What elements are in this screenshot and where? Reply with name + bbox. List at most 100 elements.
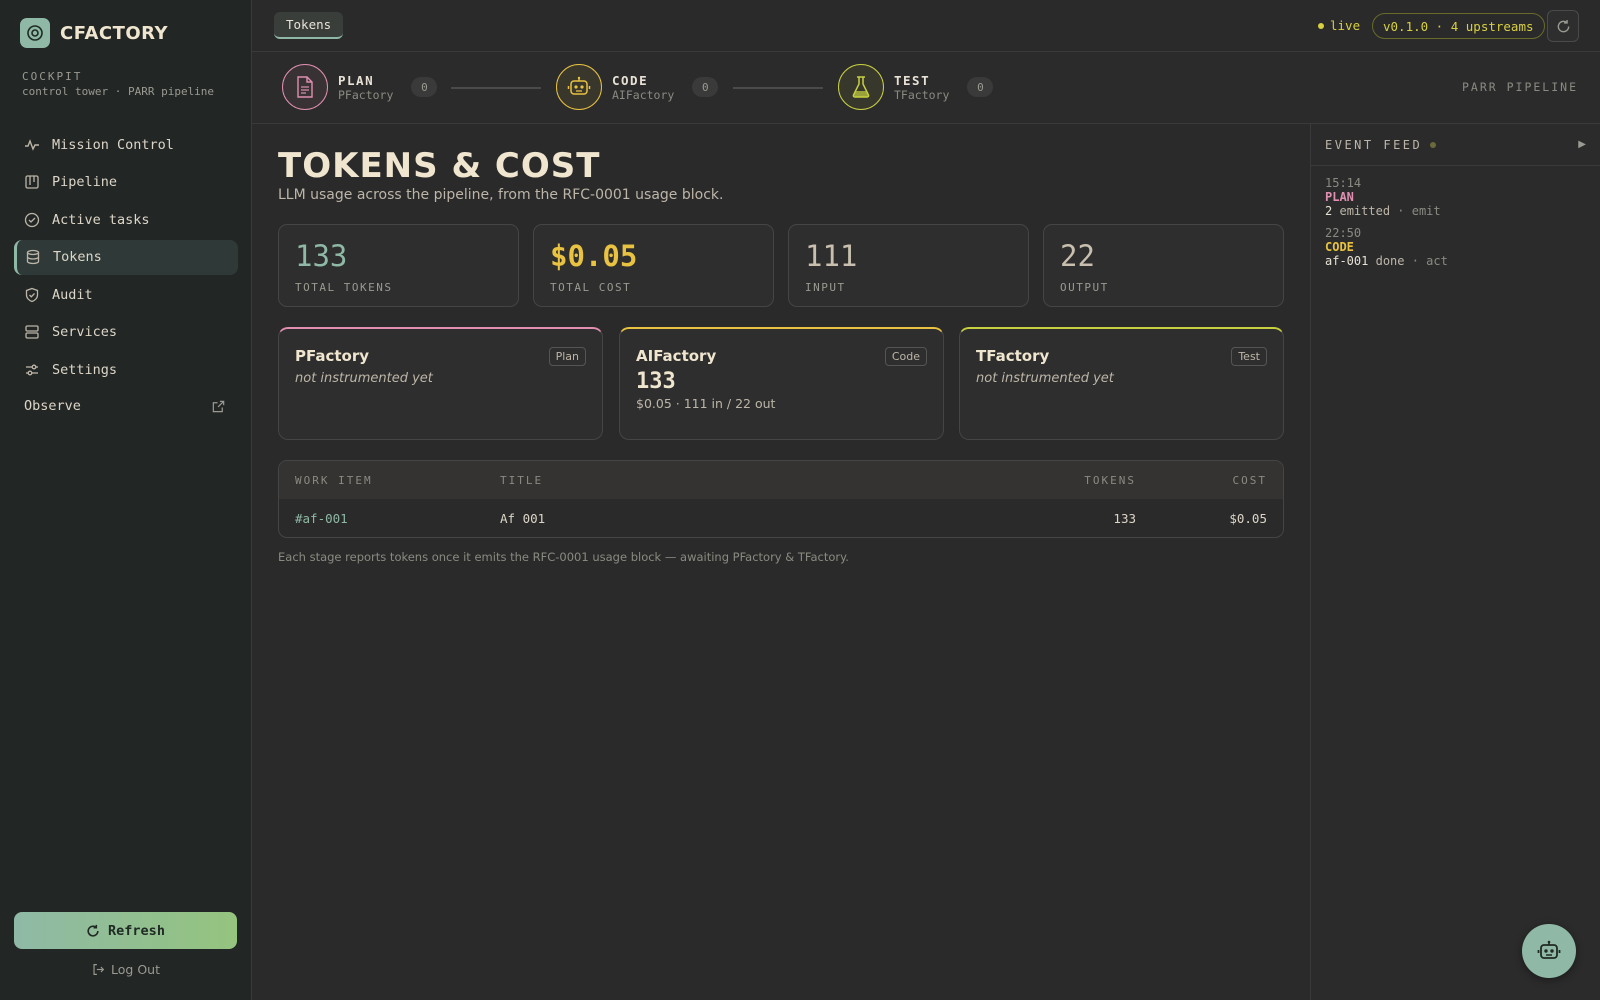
column-header-work-item[interactable]: WORK ITEM: [279, 474, 500, 487]
sidebar-item-label: Settings: [52, 362, 118, 379]
server-icon: [25, 325, 39, 340]
stage-name: CODE: [612, 72, 649, 88]
cockpit-header: COCKPIT control tower · PARR pipeline: [22, 70, 232, 99]
sidebar-item-pipeline[interactable]: Pipeline: [14, 165, 238, 200]
factory-badge: Test: [1231, 347, 1267, 366]
event-feed-header: EVENT FEED ▶: [1311, 124, 1600, 166]
sidebar-item-label: Services: [52, 324, 118, 341]
event-text: emitted: [1339, 204, 1391, 218]
logout-icon: [93, 964, 105, 975]
observe-label: Observe: [24, 398, 81, 414]
refresh-button[interactable]: Refresh: [14, 912, 237, 949]
live-dot-icon: [1318, 22, 1324, 29]
sidebar-item-services[interactable]: Services: [14, 315, 238, 350]
sidebar-item-settings[interactable]: Settings: [14, 353, 238, 388]
event-feed: EVENT FEED ▶ 15:14 PLAN 2 emitted · emit 2…: [1310, 124, 1600, 1000]
stat-value: 111: [805, 239, 858, 273]
event-feed-title-text: EVENT FEED: [1325, 137, 1423, 152]
shield-check-icon: [25, 287, 39, 303]
refresh-label: Refresh: [108, 922, 165, 939]
stage-name: PLAN: [338, 72, 375, 88]
live-indicator: live: [1318, 18, 1360, 33]
factory-detail: $0.05 · 111 in / 22 out: [636, 396, 776, 411]
robot-icon: [1537, 940, 1561, 959]
stat-value: 22: [1060, 239, 1095, 273]
event-stage: CODE: [1325, 240, 1354, 254]
page-title: TOKENS & COST: [278, 146, 601, 186]
factory-card-tfactory: TFactory Test not instrumented yet: [959, 327, 1284, 440]
live-label: live: [1330, 18, 1361, 33]
stage-code[interactable]: CODE AIFactory 0: [556, 64, 719, 110]
stage-name: TEST: [894, 72, 931, 88]
event-text: done: [1375, 254, 1405, 268]
collapse-feed-button[interactable]: ▶: [1578, 139, 1586, 150]
event-stage: PLAN: [1325, 190, 1354, 204]
kanban-icon: [25, 175, 39, 189]
brand[interactable]: CFACTORY: [20, 18, 168, 48]
column-header-title[interactable]: TITLE: [500, 474, 950, 487]
stage-subtitle: AIFactory: [612, 87, 675, 102]
stage-plan[interactable]: PLAN PFactory 0: [282, 64, 438, 110]
event-kind: · act: [1411, 254, 1448, 268]
stat-card-total-tokens: 133 TOTAL TOKENS: [278, 224, 519, 307]
stage-subtitle: TFactory: [894, 87, 950, 102]
observe-link[interactable]: Observe: [24, 398, 226, 414]
stat-label: INPUT: [805, 281, 846, 294]
stat-card-input: 111 INPUT: [788, 224, 1029, 307]
event-id: af-001: [1325, 254, 1369, 268]
stat-value: 133: [295, 239, 348, 273]
logout-link[interactable]: Log Out: [0, 962, 252, 977]
usage-table: WORK ITEM TITLE TOKENS COST #af-001 Af 0…: [278, 460, 1284, 538]
sidebar: CFACTORY COCKPIT control tower · PARR pi…: [0, 0, 252, 1000]
factory-note: not instrumented yet: [976, 371, 1114, 386]
refresh-icon: [1557, 19, 1569, 32]
event-feed-title: EVENT FEED: [1325, 137, 1437, 152]
document-icon: [282, 64, 328, 110]
sidebar-item-label: Mission Control: [52, 136, 174, 153]
work-item-cost: $0.05: [1229, 511, 1267, 526]
reload-button[interactable]: [1547, 10, 1579, 42]
table-row[interactable]: #af-001 Af 001 133 $0.05: [279, 499, 1283, 537]
assistant-button[interactable]: [1522, 924, 1576, 978]
external-link-icon: [212, 400, 225, 412]
stat-card-output: 22 OUTPUT: [1043, 224, 1284, 307]
sidebar-item-audit[interactable]: Audit: [14, 277, 238, 312]
stage-count-badge: 0: [692, 77, 719, 97]
work-item-link[interactable]: #af-001: [279, 511, 500, 526]
flask-icon: [838, 64, 884, 110]
status-dot-icon: [1430, 141, 1437, 148]
robot-icon: [556, 64, 602, 110]
topbar: Tokens live v0.1.0 · 4 upstreams: [252, 0, 1600, 52]
brand-logo-icon: [20, 18, 50, 48]
logout-label: Log Out: [111, 962, 160, 977]
brand-name: CFACTORY: [60, 22, 169, 44]
stat-label: TOTAL COST: [550, 281, 632, 294]
sidebar-item-tokens[interactable]: Tokens: [14, 239, 238, 275]
column-header-tokens[interactable]: TOKENS: [950, 474, 1136, 487]
stage-count-badge: 0: [411, 77, 438, 97]
sidebar-item-active-tasks[interactable]: Active tasks: [14, 202, 238, 237]
version-badge[interactable]: v0.1.0 · 4 upstreams: [1372, 13, 1545, 39]
factory-token-value: 133: [636, 369, 676, 394]
sidebar-item-mission-control[interactable]: Mission Control: [14, 127, 238, 162]
sidebar-item-label: Active tasks: [52, 211, 150, 228]
event-id: 2: [1325, 204, 1333, 218]
column-header-cost[interactable]: COST: [1136, 474, 1283, 487]
event-kind: · emit: [1397, 204, 1441, 218]
activity-icon: [25, 138, 39, 151]
factory-card-pfactory: PFactory Plan not instrumented yet: [278, 327, 603, 440]
check-circle-icon: [24, 212, 40, 227]
event-list: 15:14 PLAN 2 emitted · emit 22:50 CODE af-00…: [1311, 166, 1600, 286]
database-icon: [26, 250, 40, 265]
stage-test[interactable]: TEST TFactory 0: [838, 64, 994, 110]
event-item[interactable]: 22:50 CODE af-001 done · act: [1325, 226, 1586, 268]
stat-value: $0.05: [550, 239, 638, 273]
tab-tokens[interactable]: Tokens: [274, 12, 344, 39]
table-header: WORK ITEM TITLE TOKENS COST: [279, 461, 1283, 499]
factory-badge: Code: [884, 347, 927, 366]
event-item[interactable]: 15:14 PLAN 2 emitted · emit: [1325, 176, 1586, 218]
factory-name: AIFactory: [636, 347, 717, 365]
factory-name: TFactory: [976, 347, 1050, 365]
sidebar-nav: Mission Control Pipeline Active tasks To…: [14, 127, 238, 390]
page-subtitle: LLM usage across the pipeline, from the …: [278, 187, 724, 203]
